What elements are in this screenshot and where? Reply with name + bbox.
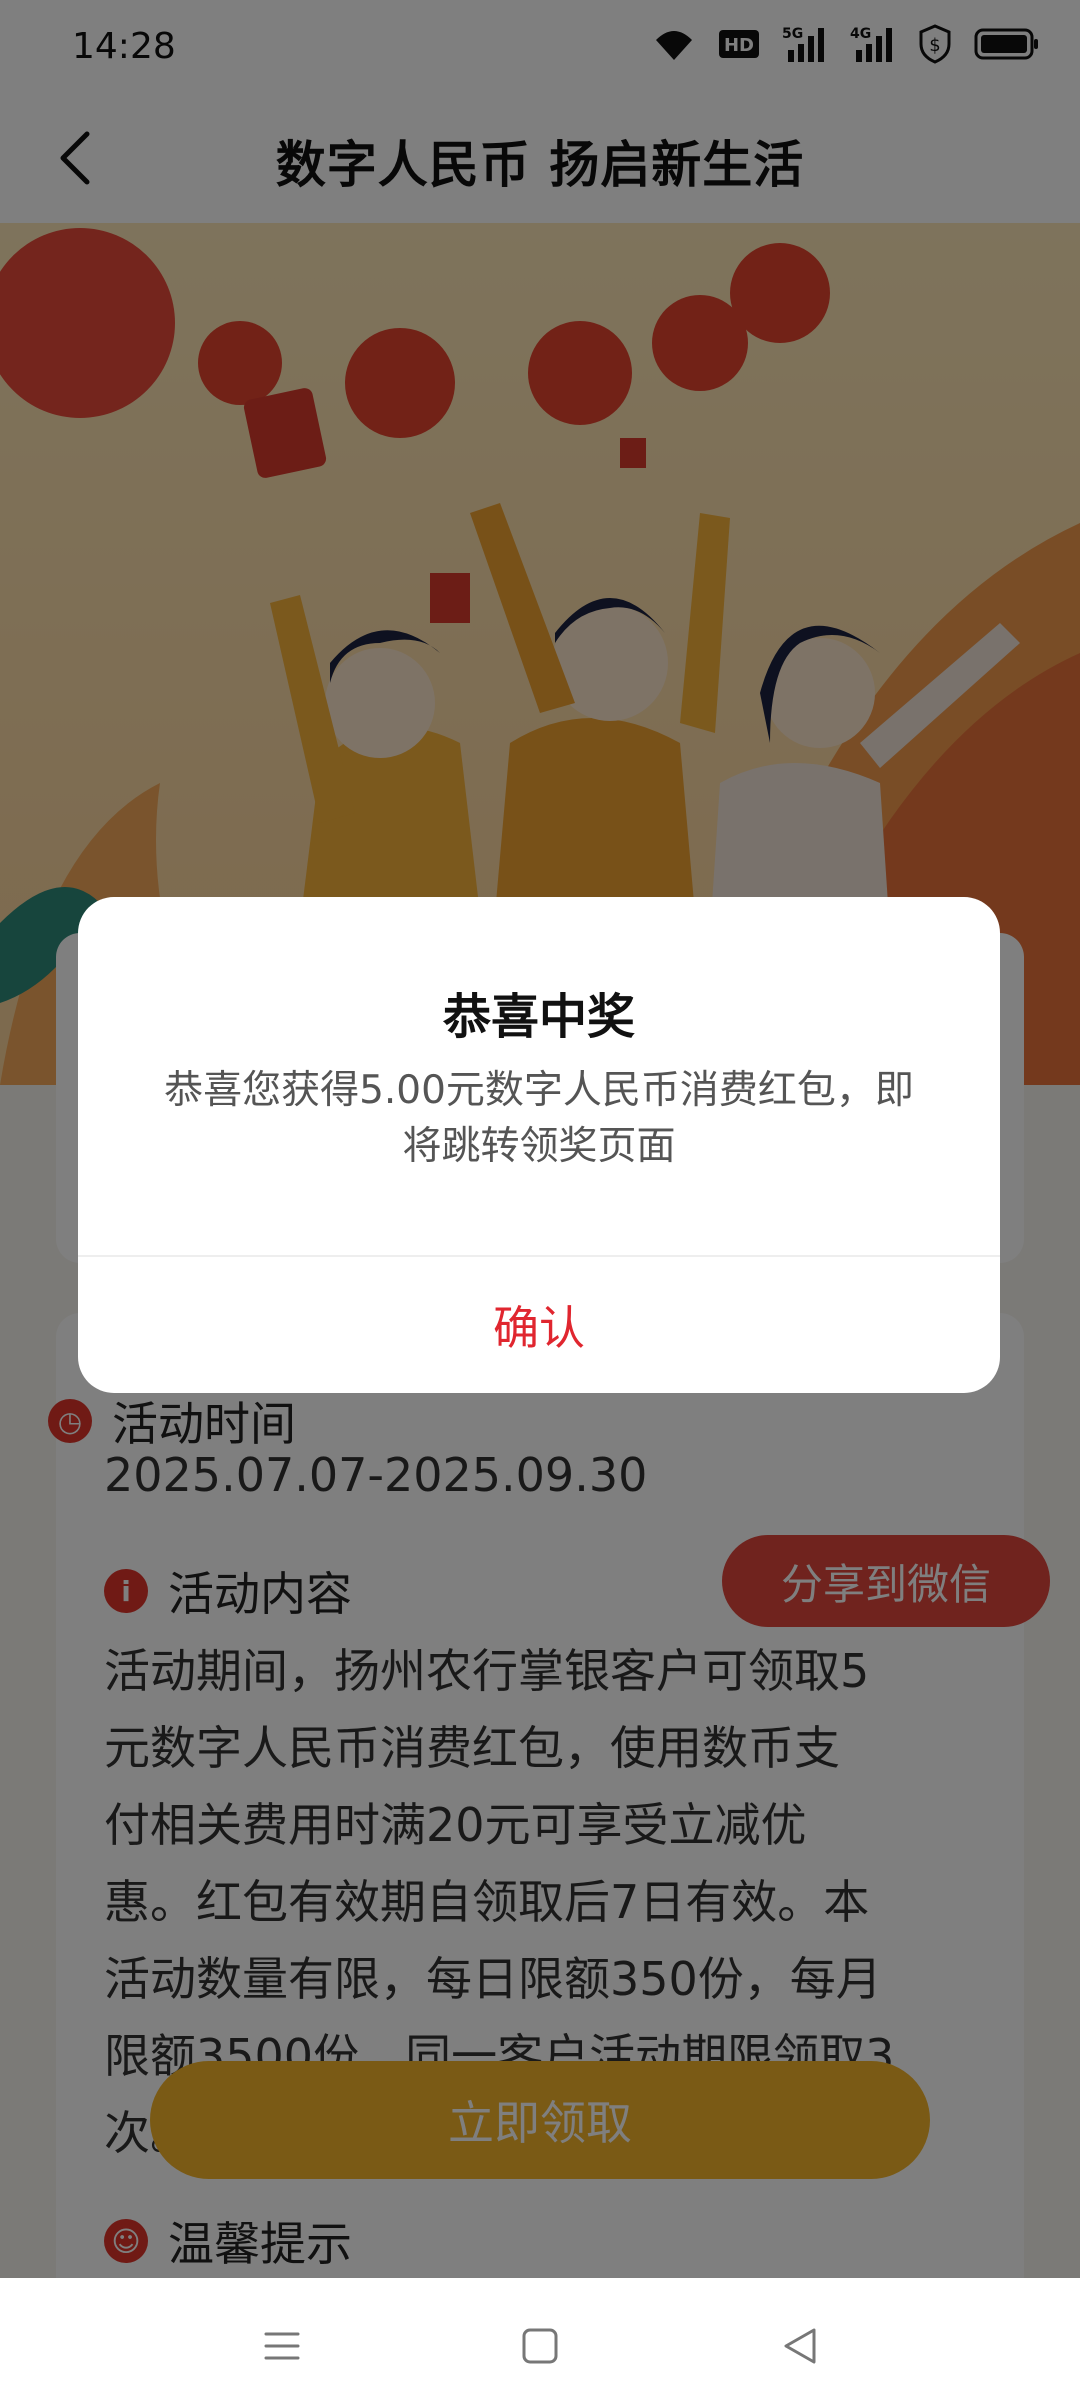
- confirm-button[interactable]: 确认: [78, 1257, 1000, 1393]
- prize-dialog: 恭喜中奖 恭喜您获得5.00元数字人民币消费红包，即 将跳转领奖页面 确认: [78, 897, 1000, 1393]
- dialog-title: 恭喜中奖: [442, 989, 635, 1045]
- dialog-message: 恭喜您获得5.00元数字人民币消费红包，即 将跳转领奖页面: [148, 1063, 930, 1175]
- dialog-message-line: 恭喜您获得5.00元数字人民币消费红包，即: [164, 1068, 914, 1113]
- menu-button[interactable]: [252, 2316, 312, 2376]
- home-button[interactable]: [510, 2316, 570, 2376]
- back-triangle-icon: [784, 2328, 816, 2364]
- dialog-message-line: 将跳转领奖页面: [402, 1124, 676, 1169]
- menu-icon: [264, 2332, 300, 2360]
- back-nav-button[interactable]: [770, 2316, 830, 2376]
- home-icon: [522, 2328, 558, 2364]
- system-nav-bar: [0, 2278, 1080, 2408]
